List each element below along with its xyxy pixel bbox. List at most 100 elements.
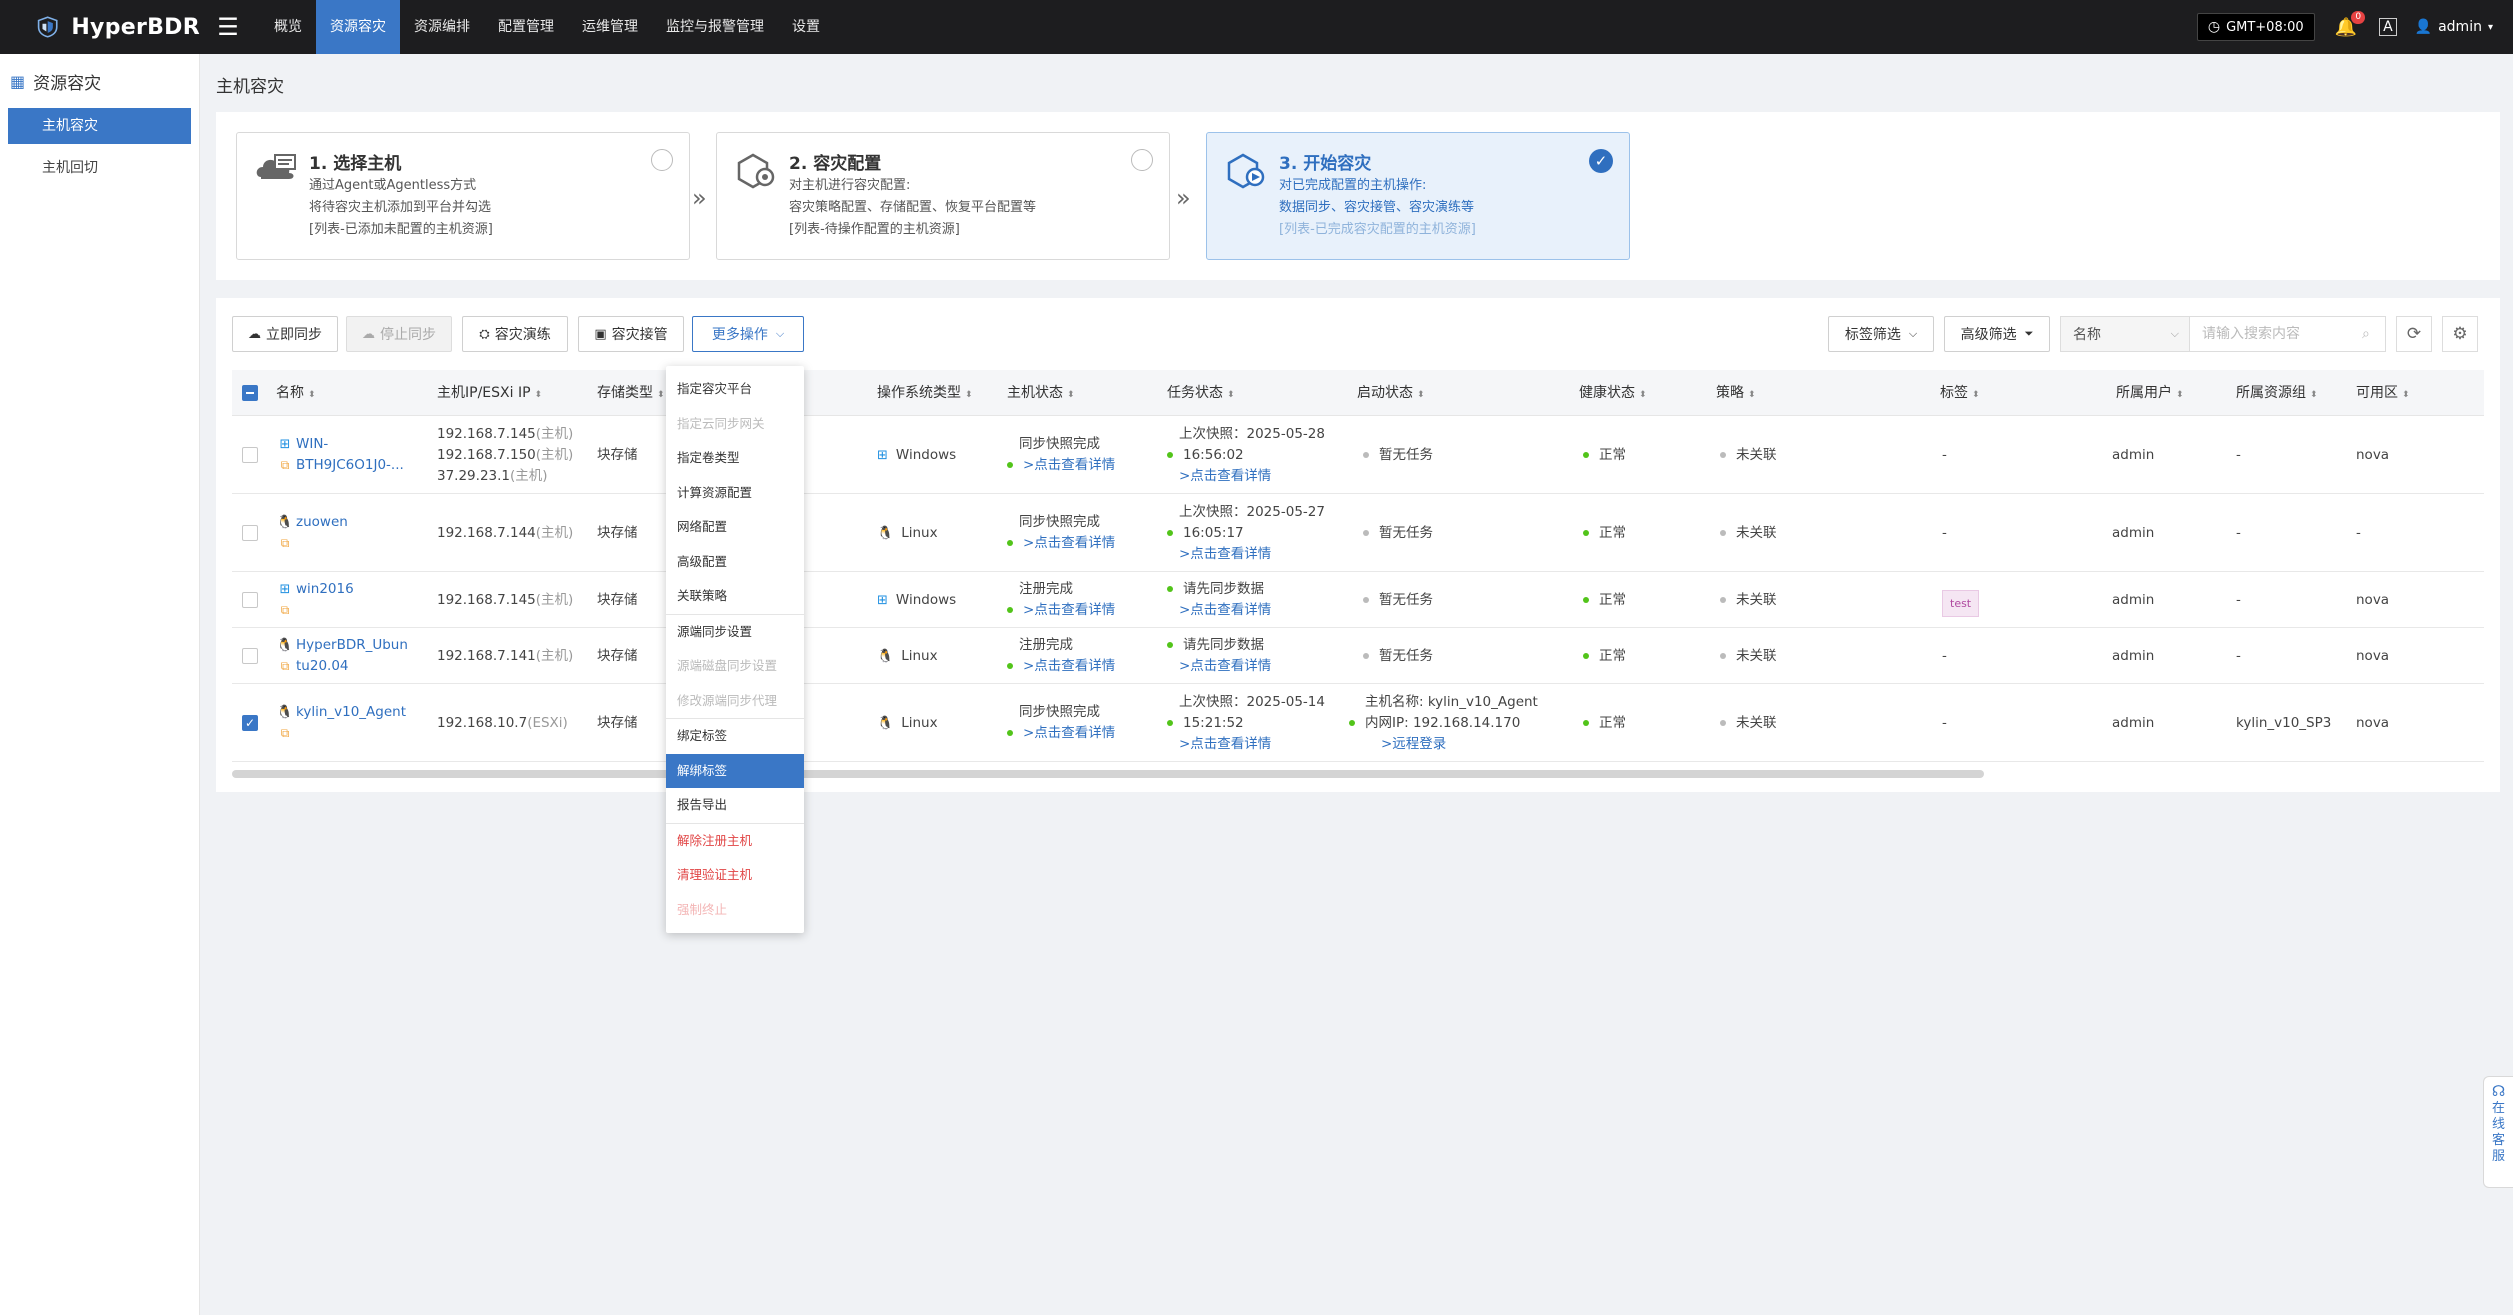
view-details-link[interactable]: >点击查看详情 xyxy=(1179,734,1325,755)
menu-item[interactable]: 网络配置 xyxy=(666,510,804,545)
view-details-link[interactable]: >点击查看详情 xyxy=(1023,535,1115,551)
sort-icon[interactable]: ⬍ xyxy=(2310,390,2318,400)
nav-item-3[interactable]: 配置管理 xyxy=(484,0,568,54)
column-header[interactable]: 名称 ⬍ xyxy=(276,370,316,416)
sort-icon[interactable]: ⬍ xyxy=(2176,390,2184,400)
column-header[interactable]: 健康状态 ⬍ xyxy=(1579,370,1647,416)
sort-icon[interactable]: ⬍ xyxy=(657,390,665,400)
menu-item[interactable]: 计算资源配置 xyxy=(666,476,804,511)
host-name-link[interactable]: HyperBDR_Ubun xyxy=(296,635,408,656)
host-name-link[interactable]: win2016 xyxy=(296,579,354,600)
column-header[interactable]: 所属资源组 ⬍ xyxy=(2236,370,2318,416)
user-menu[interactable]: 👤 admin ▾ xyxy=(2415,19,2493,35)
sidebar-item-1[interactable]: 主机回切 xyxy=(8,150,191,186)
row-checkbox[interactable]: ✓ xyxy=(242,715,258,731)
search-icon[interactable]: ⌕ xyxy=(2362,326,2370,342)
nav-item-6[interactable]: 设置 xyxy=(778,0,834,54)
horizontal-scrollbar[interactable] xyxy=(232,770,1984,778)
menu-item[interactable]: 指定卷类型 xyxy=(666,441,804,476)
menu-item[interactable]: 绑定标签 xyxy=(666,719,804,754)
nav-item-2[interactable]: 资源编排 xyxy=(400,0,484,54)
column-header[interactable]: 可用区 ⬍ xyxy=(2356,370,2410,416)
nav-item-5[interactable]: 监控与报警管理 xyxy=(652,0,778,54)
sort-icon[interactable]: ⬍ xyxy=(1417,390,1425,400)
column-header[interactable]: 策略 ⬍ xyxy=(1716,370,1756,416)
menu-item[interactable]: 关联策略 xyxy=(666,579,804,614)
sort-icon[interactable]: ⬍ xyxy=(535,390,543,400)
row-checkbox[interactable] xyxy=(242,592,258,608)
font-size-toggle-icon[interactable]: A xyxy=(2379,18,2397,36)
menu-item[interactable]: 高级配置 xyxy=(666,545,804,580)
view-details-link[interactable]: >点击查看详情 xyxy=(1179,466,1325,487)
host-name-link[interactable]: WIN- xyxy=(296,434,404,455)
sidebar-item-0[interactable]: 主机容灾 xyxy=(8,108,191,144)
step-card-2[interactable]: 2. 容灾配置 对主机进行容灾配置: 容灾策略配置、存储配置、恢复平台配置等 [列表-… xyxy=(716,132,1170,260)
view-details-link[interactable]: >点击查看详情 xyxy=(1179,656,1271,677)
row-checkbox[interactable] xyxy=(242,525,258,541)
search-input[interactable] xyxy=(2190,316,2386,352)
notification-bell-icon[interactable]: 🔔 0 xyxy=(2335,10,2366,38)
nav-item-0[interactable]: 概览 xyxy=(260,0,316,54)
table-row[interactable]: 🐧 ⧉ HyperBDR_Ubun tu20.04 192.168.7.141(主机) 块… xyxy=(232,628,2484,684)
column-header[interactable]: 标签 ⬍ xyxy=(1940,370,1980,416)
host-name-link[interactable]: kylin_v10_Agent xyxy=(296,702,406,723)
sort-icon[interactable]: ⬍ xyxy=(1748,390,1756,400)
stop-sync-button[interactable]: ☁ 停止同步 xyxy=(346,316,452,352)
menu-item[interactable]: 解绑标签 xyxy=(666,753,804,788)
select-all-checkbox[interactable] xyxy=(242,385,258,401)
menu-item[interactable]: 清理验证主机 xyxy=(666,858,804,893)
table-row[interactable]: 🐧 ⧉ zuowen 192.168.7.144(主机) 块存储 🐧 Linux 同步快照完成… xyxy=(232,494,2484,572)
dr-takeover-button[interactable]: ▣ 容灾接管 xyxy=(578,316,684,352)
tag-filter-button[interactable]: 标签筛选 ⌵ xyxy=(1828,316,1934,352)
menu-item[interactable]: 强制终止 xyxy=(666,893,804,928)
row-checkbox[interactable] xyxy=(242,648,258,664)
menu-item[interactable]: 修改源端同步代理 xyxy=(666,684,804,719)
column-header[interactable]: 主机IP/ESXi IP ⬍ xyxy=(437,370,542,416)
table-row[interactable]: ⊞ ⧉ win2016 192.168.7.145(主机) 块存储 ⊞ Windows 注册完… xyxy=(232,572,2484,628)
sort-icon[interactable]: ⬍ xyxy=(1639,390,1647,400)
search-field-select[interactable]: 名称 ⌵ xyxy=(2060,316,2190,352)
sort-icon[interactable]: ⬍ xyxy=(965,390,973,400)
column-header[interactable]: 启动状态 ⬍ xyxy=(1357,370,1425,416)
menu-item[interactable]: 指定云同步网关 xyxy=(666,407,804,442)
more-operations-button[interactable]: 更多操作 ⌵ xyxy=(692,316,804,352)
host-name-link[interactable]: tu20.04 xyxy=(296,656,408,677)
menu-item[interactable]: 源端磁盘同步设置 xyxy=(666,649,804,684)
remote-login-link[interactable]: >远程登录 xyxy=(1381,734,1538,755)
table-row[interactable]: ✓ 🐧 ⧉ kylin_v10_Agent 192.168.10.7(ESXi) 块存储 🐧… xyxy=(232,684,2484,762)
view-details-link[interactable]: >点击查看详情 xyxy=(1023,457,1115,473)
hamburger-menu-icon[interactable]: ☰ xyxy=(210,0,246,54)
sort-icon[interactable]: ⬍ xyxy=(2402,390,2410,400)
column-header[interactable]: 任务状态 ⬍ xyxy=(1167,370,1235,416)
refresh-icon[interactable]: ⟳ xyxy=(2396,316,2432,352)
sort-icon[interactable]: ⬍ xyxy=(1227,390,1235,400)
table-row[interactable]: ⊞ ⧉ WIN- BTH9JC6O1J0-... 192.168.7.145(主机) 19… xyxy=(232,416,2484,494)
timezone-display[interactable]: ◷ GMT+08:00 xyxy=(2196,13,2315,41)
column-header[interactable]: 主机状态 ⬍ xyxy=(1007,370,1075,416)
nav-item-4[interactable]: 运维管理 xyxy=(568,0,652,54)
sort-icon[interactable]: ⬍ xyxy=(1067,390,1075,400)
column-header[interactable]: 所属用户 ⬍ xyxy=(2116,370,2184,416)
dr-drill-button[interactable]: ⛭ 容灾演练 xyxy=(462,316,568,352)
view-details-link[interactable]: >点击查看详情 xyxy=(1023,602,1115,618)
sync-now-button[interactable]: ☁ 立即同步 xyxy=(232,316,338,352)
view-details-link[interactable]: >点击查看详情 xyxy=(1023,725,1115,741)
step-card-1[interactable]: 1. 选择主机 通过Agent或Agentless方式 将待容灾主机添加到平台并勾选… xyxy=(236,132,690,260)
online-service-button[interactable]: ☊ 在线客服 xyxy=(2483,1076,2513,1188)
view-details-link[interactable]: >点击查看详情 xyxy=(1023,658,1115,674)
menu-item[interactable]: 报告导出 xyxy=(666,788,804,823)
host-name-link[interactable]: zuowen xyxy=(296,512,348,533)
nav-item-1[interactable]: 资源容灾 xyxy=(316,0,400,54)
gear-icon[interactable]: ⚙ xyxy=(2442,316,2478,352)
menu-item[interactable]: 指定容灾平台 xyxy=(666,372,804,407)
brand-logo[interactable]: HyperBDR xyxy=(0,10,200,44)
sort-icon[interactable]: ⬍ xyxy=(1972,390,1980,400)
column-header[interactable]: 操作系统类型 ⬍ xyxy=(877,370,973,416)
view-details-link[interactable]: >点击查看详情 xyxy=(1179,600,1271,621)
row-checkbox[interactable] xyxy=(242,447,258,463)
menu-item[interactable]: 源端同步设置 xyxy=(666,615,804,650)
sort-icon[interactable]: ⬍ xyxy=(308,390,316,400)
step-card-3[interactable]: 3. 开始容灾 对已完成配置的主机操作: 数据同步、容灾接管、容灾演练等 [列表-已完… xyxy=(1206,132,1630,260)
advanced-filter-button[interactable]: 高级筛选 ⏷ xyxy=(1944,316,2050,352)
host-name-link[interactable]: BTH9JC6O1J0-... xyxy=(296,455,404,476)
